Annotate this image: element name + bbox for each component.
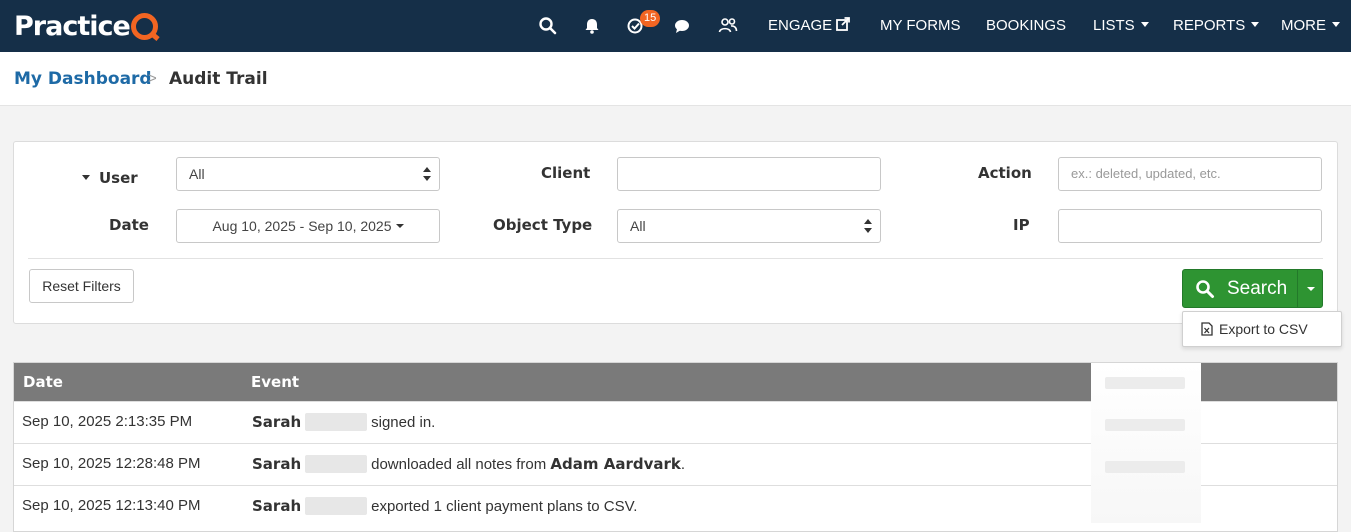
select-arrows-icon xyxy=(423,167,431,181)
users-icon[interactable] xyxy=(718,16,738,36)
caret-down-icon xyxy=(82,175,90,180)
row-date: Sep 10, 2025 12:13:40 PM xyxy=(22,497,201,514)
export-to-csv-menu-item[interactable]: Export to CSV xyxy=(1201,321,1308,337)
breadcrumb-my-dashboard[interactable]: My Dashboard xyxy=(14,69,152,89)
event-action: signed in. xyxy=(371,414,436,431)
action-filter-label: Action xyxy=(978,164,1032,182)
event-user[interactable]: Sarah xyxy=(252,413,301,431)
audit-trail-table: Date Event IP Sep 10, 2025 2:13:35 PM Sa… xyxy=(13,362,1338,532)
nav-reports-label: REPORTS xyxy=(1173,17,1246,34)
nav-engage-label: ENGAGE xyxy=(768,17,833,34)
redacted-ip xyxy=(1105,461,1185,473)
search-button-label: Search xyxy=(1227,278,1288,299)
logo-text: Practice xyxy=(14,10,131,42)
action-input[interactable]: ex.: deleted, updated, etc. xyxy=(1058,157,1322,191)
redacted-name xyxy=(305,413,368,431)
event-tail: . xyxy=(680,456,686,473)
search-icon xyxy=(1196,280,1214,298)
file-excel-icon xyxy=(1201,322,1213,336)
event-object-client[interactable]: Adam Aardvark xyxy=(550,455,680,473)
object-type-filter-label: Object Type xyxy=(493,216,593,234)
nav-reports[interactable]: REPORTS xyxy=(1173,0,1260,52)
ip-input[interactable] xyxy=(1058,209,1322,243)
date-filter-label: Date xyxy=(109,216,149,234)
export-to-csv-label: Export to CSV xyxy=(1219,321,1308,337)
search-options-menu: Export to CSV xyxy=(1182,311,1342,347)
tasks-count-badge: 15 xyxy=(640,10,661,27)
object-type-value: All xyxy=(630,218,646,234)
nav-bookings[interactable]: BOOKINGS xyxy=(986,0,1066,52)
event-action: downloaded all notes from xyxy=(371,456,547,473)
top-nav-bar: Practice 15 ENGAGE MY FORMS BOOKINGS LIS… xyxy=(0,0,1351,52)
nav-engage[interactable]: ENGAGE xyxy=(768,0,851,52)
bell-icon[interactable] xyxy=(582,16,602,36)
breadcrumb-separator: > xyxy=(148,70,157,87)
redacted-name xyxy=(305,497,368,515)
reset-filters-button[interactable]: Reset Filters xyxy=(29,269,134,303)
user-select[interactable]: All xyxy=(176,157,440,191)
object-type-select[interactable]: All xyxy=(617,209,881,243)
column-header-date[interactable]: Date xyxy=(23,363,63,401)
search-button[interactable]: Search xyxy=(1182,269,1298,308)
row-date: Sep 10, 2025 12:28:48 PM xyxy=(22,455,201,472)
nav-more-label: MORE xyxy=(1281,17,1326,34)
date-range-picker[interactable]: Aug 10, 2025 - Sep 10, 2025 xyxy=(176,209,440,243)
client-input[interactable] xyxy=(617,157,881,191)
user-select-value: All xyxy=(189,166,205,182)
caret-down-icon xyxy=(395,224,404,228)
search-options-dropdown-toggle[interactable] xyxy=(1297,269,1323,308)
client-filter-label: Client xyxy=(541,164,591,182)
redacted-ip-column xyxy=(1091,363,1201,523)
nav-lists-label: LISTS xyxy=(1093,17,1135,34)
row-event: Sarah signed in. xyxy=(252,402,435,443)
nav-lists[interactable]: LISTS xyxy=(1093,0,1149,52)
breadcrumb: My Dashboard > Audit Trail xyxy=(0,52,1351,106)
chat-icon[interactable] xyxy=(672,16,692,36)
row-date: Sep 10, 2025 2:13:35 PM xyxy=(22,413,193,430)
select-arrows-icon xyxy=(864,219,872,233)
ip-filter-label: IP xyxy=(1013,216,1030,234)
event-user[interactable]: Sarah xyxy=(252,497,301,515)
search-icon[interactable] xyxy=(538,16,558,36)
filter-divider xyxy=(28,258,1323,259)
caret-down-icon xyxy=(1140,22,1149,27)
page-title: Audit Trail xyxy=(169,69,268,89)
redacted-ip xyxy=(1105,419,1185,431)
filter-panel: User All Client Action ex.: deleted, upd… xyxy=(13,141,1338,324)
practiceq-logo[interactable]: Practice xyxy=(14,9,158,43)
logo-q-mark xyxy=(130,12,158,40)
redacted-name xyxy=(305,455,368,473)
row-event: Sarah exported 1 client payment plans to … xyxy=(252,486,637,527)
row-event: Sarah downloaded all notes from Adam Aard… xyxy=(252,444,685,485)
nav-my-forms[interactable]: MY FORMS xyxy=(880,0,961,52)
redacted-ip xyxy=(1105,377,1185,389)
event-action: exported 1 client payment plans to CSV. xyxy=(371,498,638,515)
external-link-icon xyxy=(836,17,851,31)
caret-down-icon xyxy=(1251,22,1260,27)
user-filter-label-text: User xyxy=(99,169,138,187)
column-header-event[interactable]: Event xyxy=(251,363,299,401)
caret-down-icon xyxy=(1332,22,1340,27)
nav-more[interactable]: MORE xyxy=(1281,0,1340,52)
event-user[interactable]: Sarah xyxy=(252,455,301,473)
user-filter-label[interactable]: User xyxy=(82,169,138,187)
date-range-value: Aug 10, 2025 - Sep 10, 2025 xyxy=(212,218,392,234)
